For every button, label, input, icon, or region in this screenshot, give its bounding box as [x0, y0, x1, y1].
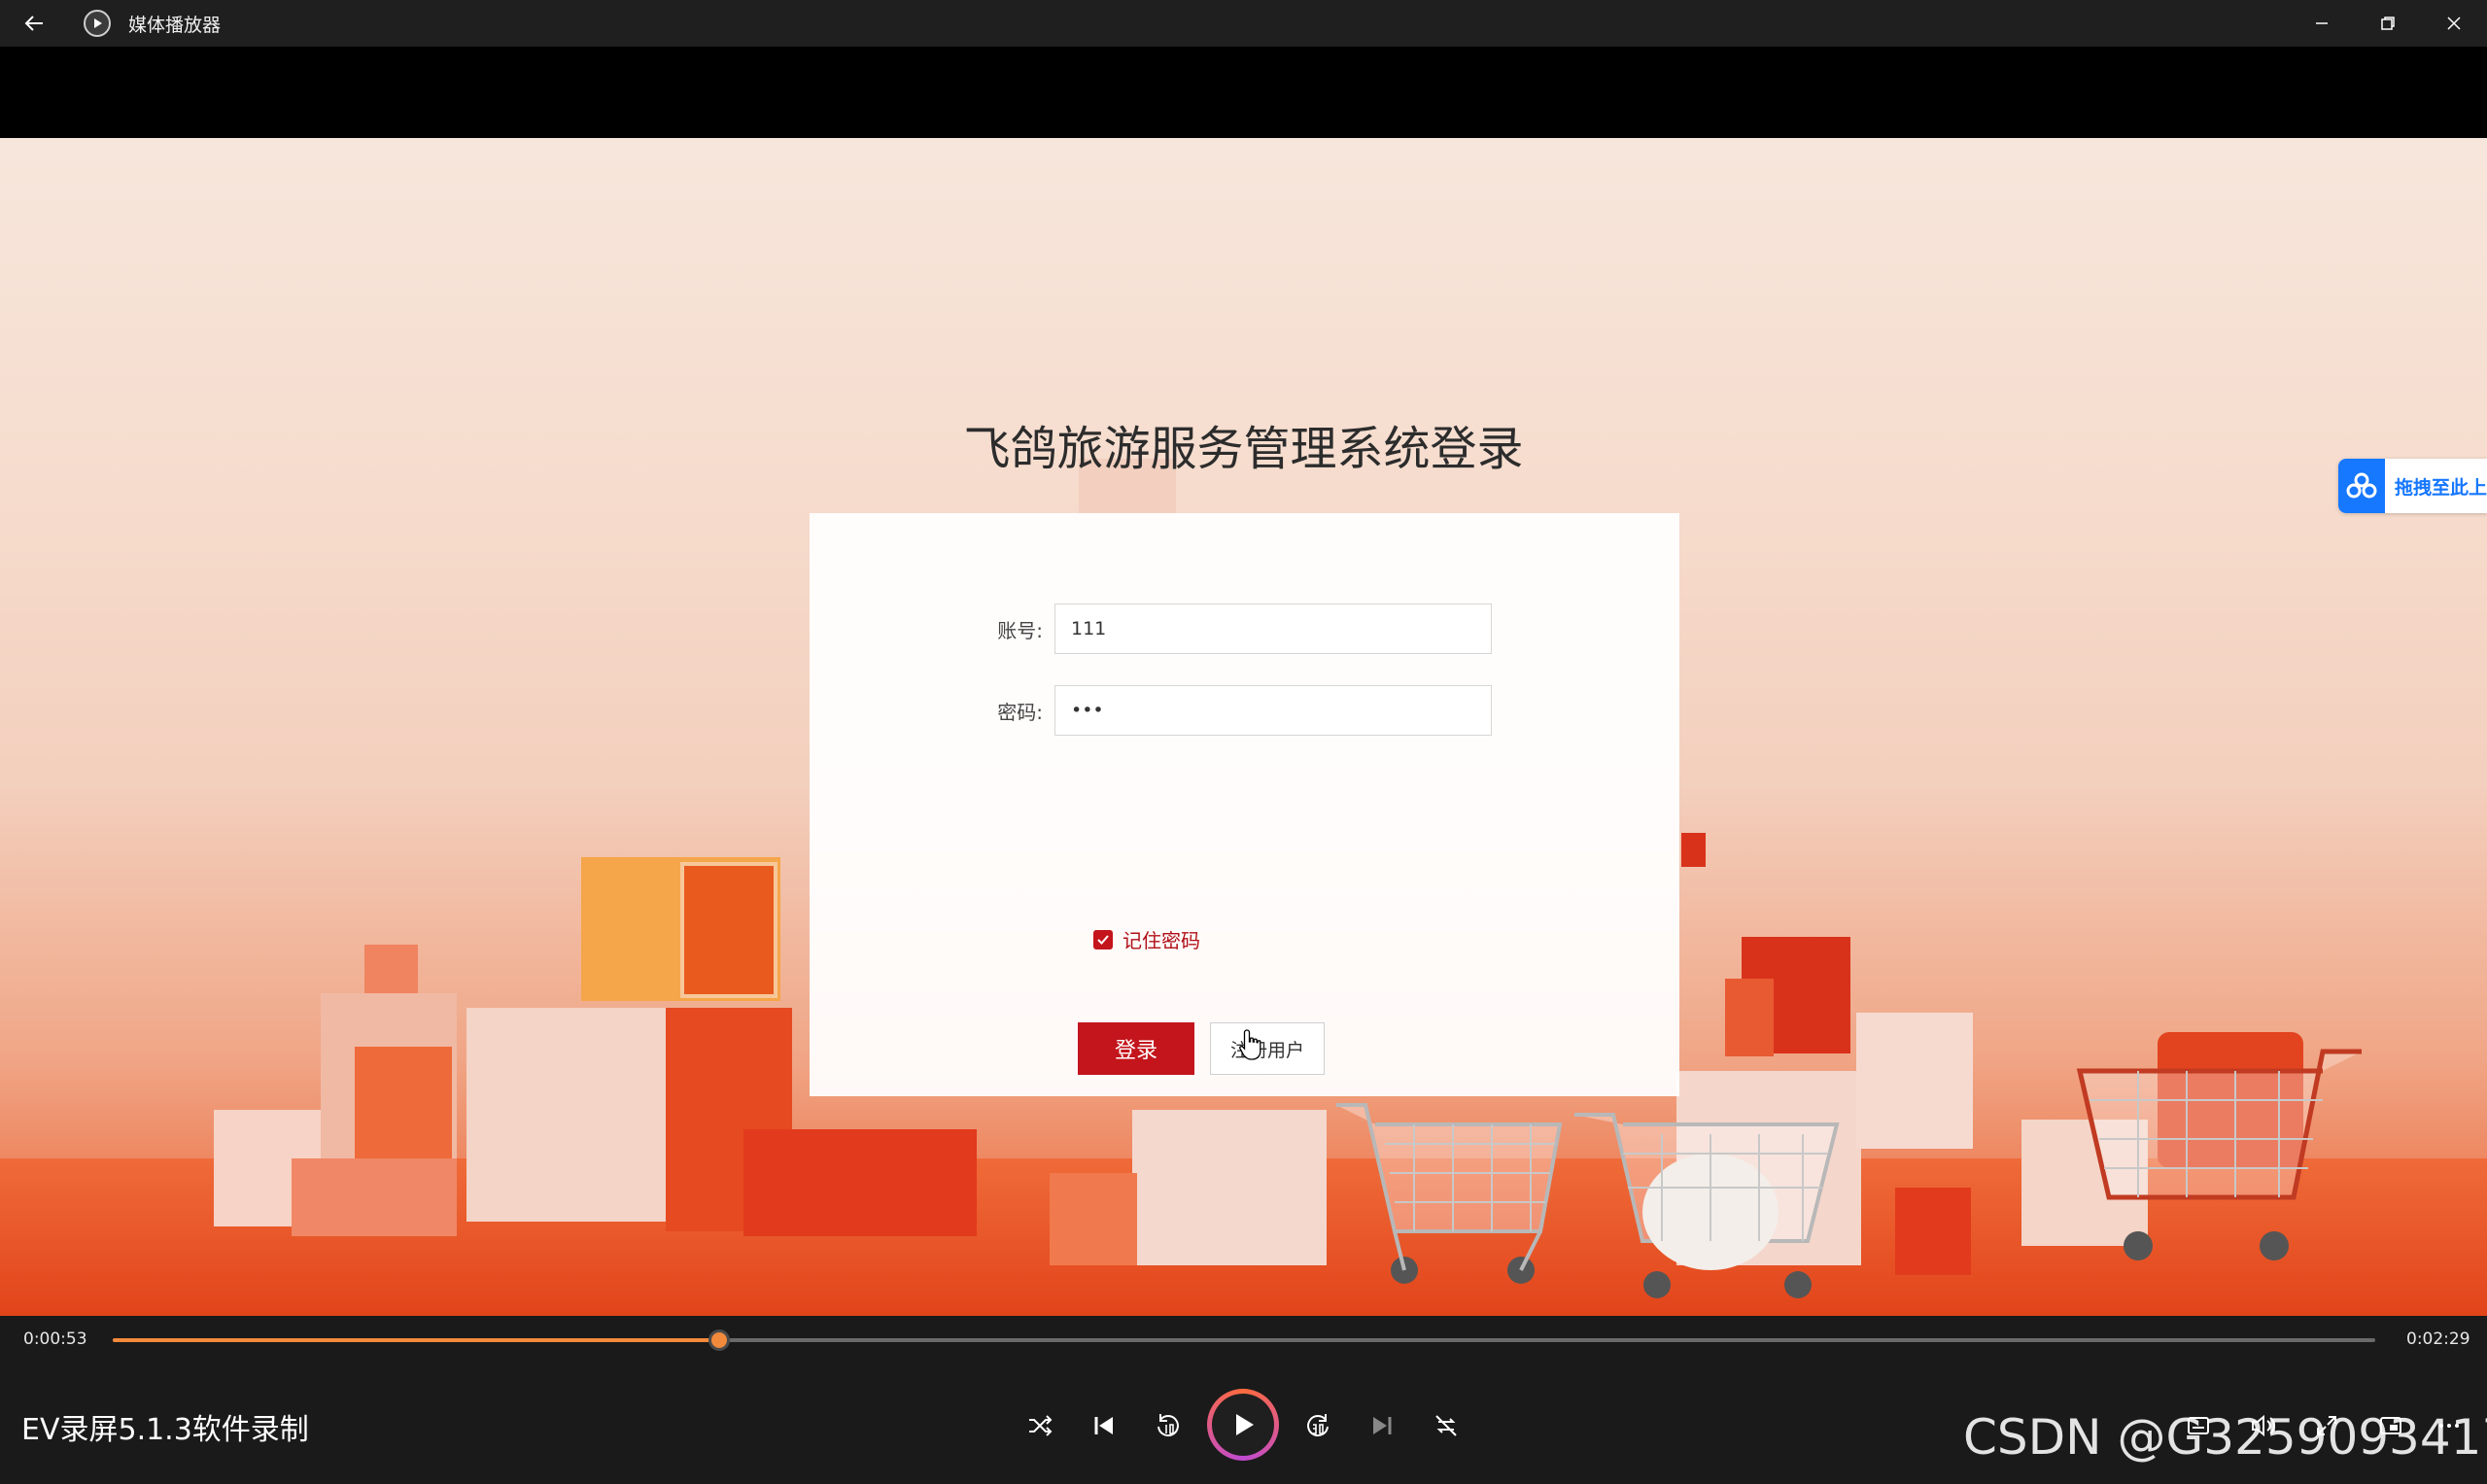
- remember-checkbox[interactable]: [1093, 929, 1113, 949]
- play-button-inner: [1212, 1394, 1274, 1456]
- skip-next-icon: [1373, 1417, 1392, 1434]
- login-button[interactable]: 登录: [1078, 1022, 1194, 1075]
- close-icon: [2447, 17, 2461, 30]
- password-label: 密码:: [997, 700, 1043, 724]
- remember-label: 记住密码: [1123, 929, 1200, 952]
- background-box: [680, 862, 777, 998]
- play-icon: [1236, 1414, 1254, 1435]
- hand-cursor-icon: [1239, 1029, 1261, 1060]
- account-label: 账号:: [997, 618, 1043, 642]
- media-player-icon: [84, 10, 111, 37]
- next-button[interactable]: [1363, 1406, 1401, 1445]
- forward-30-button[interactable]: [1298, 1406, 1337, 1445]
- current-time: 0:00:53: [23, 1329, 87, 1349]
- shuffle-icon: [1029, 1415, 1053, 1436]
- seek-bar-thumb[interactable]: [708, 1329, 730, 1351]
- player-controls: 0:00:53 0:02:29 EV录屏5.1.3软件录制 CSDN @G325…: [0, 1316, 2487, 1484]
- background-box: [355, 1047, 452, 1163]
- restore-icon: [2381, 17, 2395, 30]
- shopping-cart-icon: [1574, 1113, 1840, 1298]
- background-box: [1725, 979, 1774, 1056]
- cloud-share-icon: [2338, 459, 2385, 513]
- drag-drop-label: 拖拽至此上: [2394, 476, 2487, 499]
- title-bar: 媒体播放器: [0, 0, 2487, 47]
- video-frame[interactable]: 飞鸽旅游服务管理系统登录 账号: 密码: 记住密码 登录 注册用户: [0, 138, 2487, 1316]
- remember-password[interactable]: 记住密码: [1093, 925, 1200, 953]
- previous-button[interactable]: [1085, 1406, 1123, 1445]
- background-box: [364, 945, 418, 993]
- background-box: [1895, 1188, 1971, 1275]
- background-box: [292, 1158, 457, 1236]
- watermark: CSDN @G3259093417: [1963, 1409, 2487, 1466]
- rewind-10-icon: [1157, 1414, 1179, 1437]
- arrow-left-icon: [24, 16, 43, 31]
- shopping-cart-icon: [2076, 1049, 2362, 1260]
- account-input[interactable]: [1054, 604, 1492, 654]
- login-card: 账号: 密码: 记住密码 登录 注册用户: [810, 513, 1679, 1096]
- background-box: [1681, 833, 1706, 867]
- skip-previous-icon: [1094, 1417, 1113, 1434]
- background-box: [1050, 1173, 1137, 1265]
- minimize-icon: [2316, 22, 2328, 24]
- shuffle-button[interactable]: [1020, 1406, 1059, 1445]
- back-button[interactable]: [0, 0, 68, 47]
- minimize-button[interactable]: [2289, 0, 2355, 47]
- password-row: 密码:: [810, 684, 1679, 737]
- drag-drop-widget[interactable]: 拖拽至此上: [2338, 459, 2487, 513]
- rewind-10-button[interactable]: [1149, 1406, 1188, 1445]
- shopping-cart-icon: [1336, 1103, 1563, 1284]
- total-time: 0:02:29: [2406, 1329, 2470, 1349]
- account-row: 账号:: [810, 603, 1679, 655]
- close-button[interactable]: [2421, 0, 2487, 47]
- check-icon: [1097, 934, 1109, 945]
- page-title: 飞鸽旅游服务管理系统登录: [963, 422, 1524, 476]
- background-box: [466, 1008, 671, 1222]
- window-title: 媒体播放器: [128, 14, 222, 36]
- seek-bar[interactable]: [113, 1329, 2375, 1351]
- media-title: EV录屏5.1.3软件录制: [21, 1413, 309, 1447]
- password-input[interactable]: [1054, 685, 1492, 736]
- play-button[interactable]: [1207, 1389, 1279, 1461]
- forward-30-icon: [1307, 1414, 1329, 1437]
- background-box: [743, 1129, 977, 1236]
- repeat-off-icon: [1435, 1415, 1457, 1436]
- register-button[interactable]: 注册用户: [1210, 1022, 1325, 1075]
- restore-button[interactable]: [2355, 0, 2421, 47]
- background-box: [1132, 1110, 1327, 1265]
- seek-bar-fill: [113, 1338, 719, 1342]
- repeat-button[interactable]: [1427, 1406, 1466, 1445]
- letterbox-top: [0, 47, 2487, 138]
- background-box: [1856, 1013, 1973, 1149]
